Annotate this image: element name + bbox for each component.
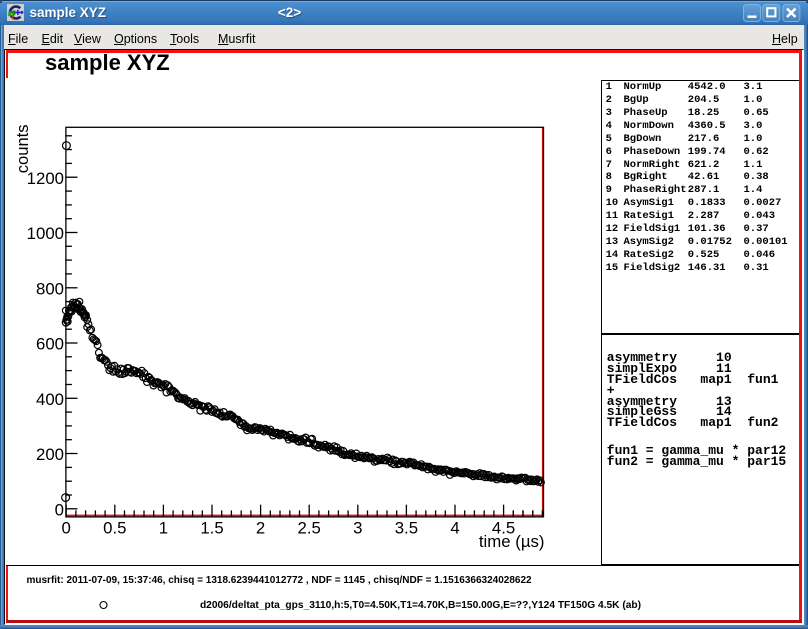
svg-text:time (µs): time (µs) <box>479 532 545 551</box>
svg-text:1200: 1200 <box>27 169 64 188</box>
svg-text:2: 2 <box>256 519 265 538</box>
svg-text:400: 400 <box>36 390 64 409</box>
svg-text:0: 0 <box>55 500 64 519</box>
svg-text:3.5: 3.5 <box>395 519 418 538</box>
svg-text:3: 3 <box>353 519 362 538</box>
svg-text:2.5: 2.5 <box>298 519 321 538</box>
svg-text:600: 600 <box>36 335 64 354</box>
svg-text:1: 1 <box>159 519 168 538</box>
svg-text:1000: 1000 <box>27 224 64 243</box>
svg-text:1.5: 1.5 <box>200 519 223 538</box>
svg-text:0: 0 <box>62 519 71 538</box>
svg-text:0.5: 0.5 <box>103 519 126 538</box>
svg-text:800: 800 <box>36 279 64 298</box>
svg-text:200: 200 <box>36 445 64 464</box>
svg-text:4: 4 <box>450 519 459 538</box>
svg-text:counts: counts <box>13 124 32 173</box>
